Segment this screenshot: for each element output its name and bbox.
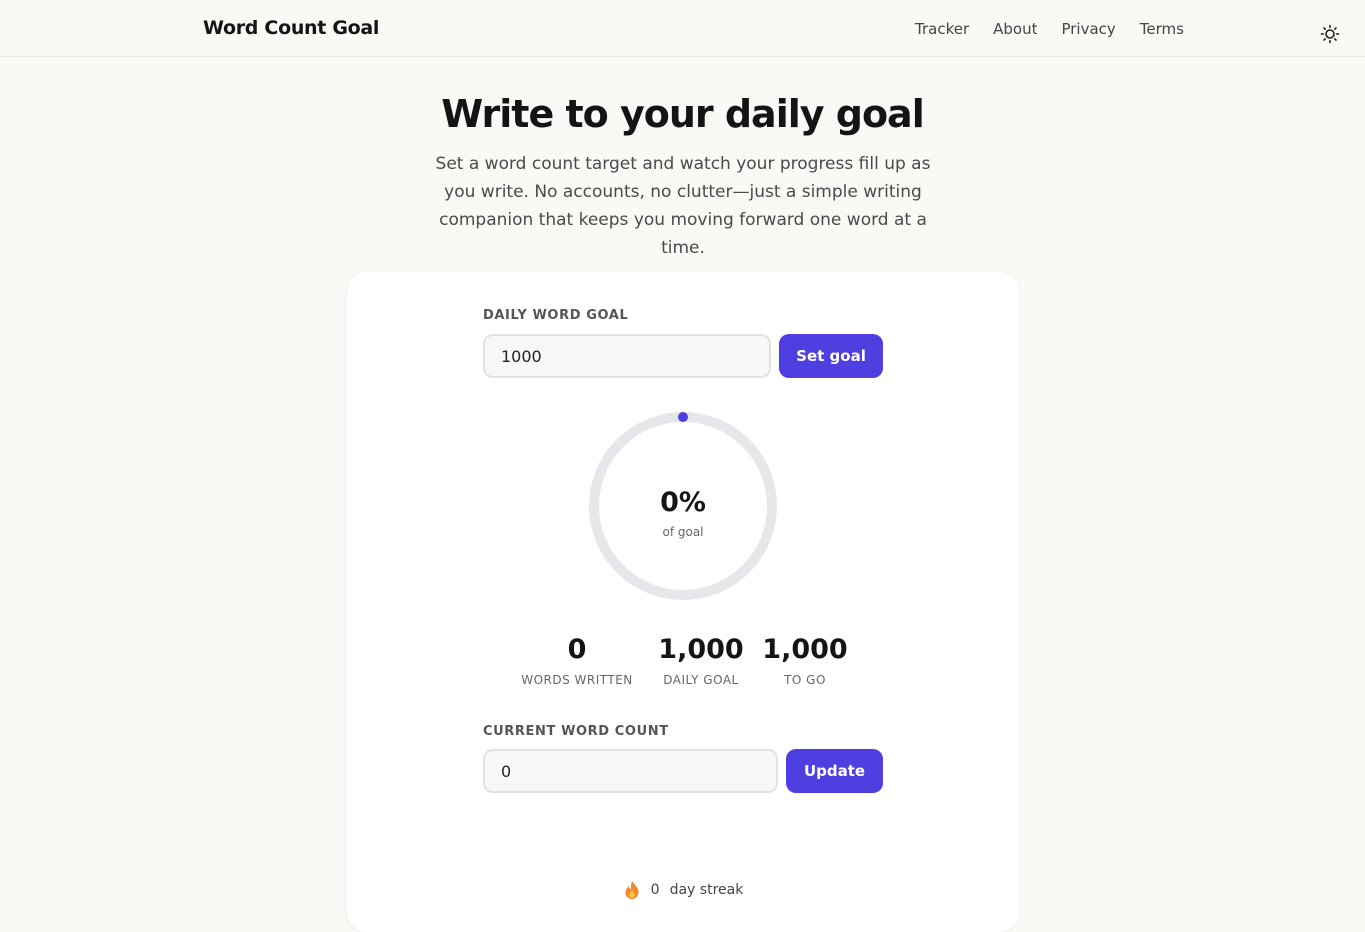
stat-value: 1,000 bbox=[762, 634, 848, 665]
sun-icon bbox=[1320, 24, 1340, 44]
word-count-label: CURRENT WORD COUNT bbox=[483, 724, 669, 739]
streak-label: day streak bbox=[669, 882, 744, 898]
goal-input[interactable] bbox=[483, 334, 771, 378]
tracker-card: DAILY WORD GOAL Set goal 0% of goal 0 WO… bbox=[347, 272, 1019, 932]
flame-icon bbox=[625, 881, 639, 899]
stat-value: 0 bbox=[567, 634, 587, 665]
streak-indicator: 0 day streak bbox=[347, 880, 1019, 900]
hero-subtitle: Set a word count target and watch your p… bbox=[435, 154, 931, 258]
nav-link-privacy[interactable]: Privacy bbox=[1061, 20, 1115, 38]
goal-label: DAILY WORD GOAL bbox=[483, 308, 629, 323]
progress-caption: of goal bbox=[662, 525, 704, 539]
word-count-input[interactable] bbox=[483, 749, 778, 793]
nav-link-about[interactable]: About bbox=[993, 20, 1037, 38]
nav-link-terms[interactable]: Terms bbox=[1140, 20, 1184, 38]
update-button[interactable]: Update bbox=[786, 749, 883, 793]
stat-to-go: 1,000 TO GO bbox=[735, 634, 875, 687]
brand-logo[interactable]: Word Count Goal bbox=[203, 17, 379, 39]
nav-link-tracker[interactable]: Tracker bbox=[915, 20, 969, 38]
streak-count: 0 bbox=[650, 882, 660, 898]
hero-title: Write to your daily goal bbox=[441, 92, 924, 136]
theme-toggle-button[interactable] bbox=[1320, 24, 1340, 44]
site-header: Word Count Goal Tracker About Privacy Te… bbox=[0, 0, 1365, 57]
stat-words-written: 0 WORDS WRITTEN bbox=[507, 634, 647, 687]
set-goal-button[interactable]: Set goal bbox=[779, 334, 883, 378]
progress-percent: 0% bbox=[660, 487, 706, 518]
main-nav: Tracker About Privacy Terms bbox=[915, 20, 1184, 38]
stat-label: TO GO bbox=[784, 673, 826, 687]
stat-label: WORDS WRITTEN bbox=[521, 673, 633, 687]
